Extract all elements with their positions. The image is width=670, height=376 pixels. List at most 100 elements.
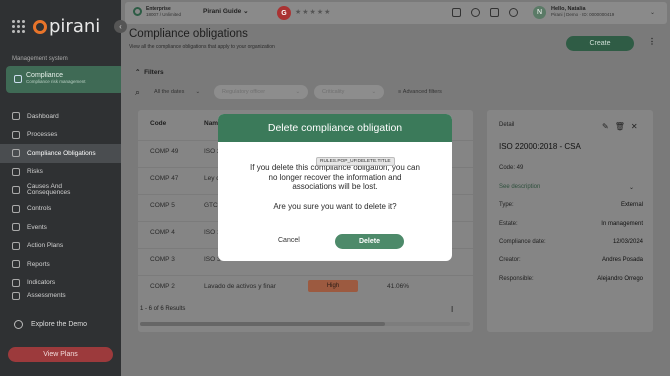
filters-label: Filters <box>144 69 164 76</box>
module-selector[interactable]: Compliance Compliance risk management <box>6 66 124 93</box>
dialog-confirm-text: Are you sure you want to delete it? <box>273 202 397 211</box>
date-filter[interactable]: All the dates ⌄ <box>146 85 208 99</box>
scrollbar-thumb[interactable] <box>140 322 385 326</box>
more-options-icon[interactable]: ⋮ <box>648 37 656 46</box>
rating-stars[interactable]: ★★★★★ <box>295 8 331 16</box>
detail-field-type: Type: External <box>499 202 643 208</box>
section-label: Management system <box>12 56 68 62</box>
detail-field-compliance-date: Compliance date: 12/03/2024 <box>499 239 643 245</box>
apps-grid-icon[interactable] <box>12 20 25 33</box>
filters-toggle[interactable]: ⌃ Filters <box>135 68 164 76</box>
plan-icon <box>133 7 142 16</box>
compliance-icon <box>14 75 22 83</box>
sidebar-item-label: Events <box>27 223 47 231</box>
module-subtitle: Compliance risk management <box>26 79 86 84</box>
cancel-button[interactable]: Cancel <box>278 237 300 244</box>
advanced-filters-button[interactable]: ≡ Advanced filters <box>398 89 442 95</box>
sidebar-item-label: Dashboard <box>27 112 59 120</box>
sidebar-item-reports[interactable]: Reports <box>0 255 121 274</box>
field-value: Alejandro Orrego <box>597 276 643 282</box>
gear-icon[interactable] <box>509 8 518 17</box>
building-icon[interactable] <box>452 8 461 17</box>
create-button[interactable]: Create <box>566 36 634 51</box>
sidebar-item-controls[interactable]: Controls <box>0 200 121 219</box>
user-org: Pirani | Demo · ID: 0000000419 <box>551 12 615 17</box>
detail-field-creator: Creator: Andres Posada <box>499 257 643 263</box>
trash-icon[interactable]: 🗑 <box>615 122 625 131</box>
obligations-icon <box>12 149 20 158</box>
detail-field-estate: Estate: In management <box>499 221 643 227</box>
chevron-down-icon[interactable]: ⌄ <box>650 9 655 16</box>
page-title: Compliance obligations <box>129 28 248 40</box>
row-name: Lavado de activos y finar <box>204 283 276 290</box>
sidebar-item-events[interactable]: Events <box>0 218 121 237</box>
field-key: Responsible: <box>499 276 534 282</box>
dialog-message: If you delete this compliance obligation… <box>250 163 420 191</box>
search-icon[interactable]: ⌕ <box>135 87 140 98</box>
sidebar-item-assessments[interactable]: Assessments <box>0 292 121 301</box>
sidebar-item-label: Indicators <box>27 279 56 287</box>
row-code: COMP 5 <box>150 202 175 209</box>
chevron-down-icon[interactable]: ⌄ <box>629 184 634 191</box>
title-tooltip: RULES.POP_UP.DELETE.TITLE <box>316 157 395 166</box>
bell-icon[interactable] <box>490 8 499 17</box>
horizontal-scrollbar[interactable] <box>140 322 470 326</box>
chevron-down-icon: ⌄ <box>295 89 301 95</box>
logo-circle-icon <box>33 19 47 34</box>
close-icon[interactable]: ✕ <box>631 122 638 131</box>
sidebar-item-risks[interactable]: Risks <box>0 163 121 182</box>
row-code: COMP 4 <box>150 229 175 236</box>
table-row[interactable]: COMP 2 Lavado de activos y finar High 41… <box>138 275 473 296</box>
field-value: In management <box>601 221 643 227</box>
criticality-badge: High <box>308 280 358 292</box>
detail-label: Detail <box>499 122 515 128</box>
row-code: COMP 47 <box>150 175 179 182</box>
sidebar-item-label: Reports <box>27 260 50 268</box>
delete-button[interactable]: Delete <box>335 234 404 249</box>
filter-row: ⌕ All the dates ⌄ Regulatory officer ⌄ Cri… <box>135 85 442 99</box>
header-name[interactable]: Nam <box>204 120 218 127</box>
plan-detail: 18007 / Unlimited <box>146 12 182 17</box>
collapse-sidebar-icon[interactable]: ‹ <box>114 20 127 33</box>
module-title: Compliance <box>26 72 63 79</box>
edit-icon[interactable]: ✎ <box>602 122 609 131</box>
assessments-icon <box>12 292 20 300</box>
field-value: Andres Posada <box>601 257 643 263</box>
text-cursor-icon: I <box>451 305 454 314</box>
sidebar-item-action-plans[interactable]: Action Plans <box>0 237 121 256</box>
sidebar-item-dashboard[interactable]: Dashboard <box>0 107 121 126</box>
sidebar-item-indicators[interactable]: Indicators <box>0 274 121 293</box>
causes-icon <box>12 186 20 195</box>
regulatory-officer-filter[interactable]: Regulatory officer ⌄ <box>214 85 309 99</box>
field-value: External <box>620 202 643 208</box>
sidebar-item-label: Controls <box>27 205 52 213</box>
indicators-icon <box>12 278 20 287</box>
chevron-down-icon: ⌄ <box>195 89 201 95</box>
page-subtitle: View all the compliance obligations that… <box>129 44 275 50</box>
detail-title: ISO 22000:2018 - CSA <box>499 142 581 151</box>
chevron-down-icon: ⌄ <box>371 89 377 95</box>
row-percent: 41.06% <box>387 283 410 290</box>
row-code: COMP 3 <box>150 256 175 263</box>
pirani-guide-dropdown[interactable]: Pirani Guide ⌄ <box>203 7 249 15</box>
user-info[interactable]: Hello, Natalia Pirani | Demo · ID: 00000… <box>551 6 614 17</box>
risks-icon <box>12 167 20 176</box>
action-plans-icon <box>12 241 20 250</box>
explore-icon <box>14 320 23 329</box>
sidebar-item-causes[interactable]: Causes And Consequences <box>0 181 121 200</box>
g-logo-icon[interactable]: G <box>277 6 291 20</box>
plan-info: Enterprise 18007 / Unlimited <box>133 6 181 17</box>
logo-row: pirani <box>12 16 100 37</box>
detail-panel: Detail ✎ 🗑 ✕ ISO 22000:2018 - CSA Code: … <box>487 110 653 332</box>
sidebar-item-compliance-obligations[interactable]: Compliance Obligations <box>0 144 121 163</box>
row-code: COMP 2 <box>150 283 175 290</box>
explore-demo-link[interactable]: Explore the Demo <box>14 320 87 329</box>
criticality-filter[interactable]: Criticality ⌄ <box>314 85 385 99</box>
sidebar-item-processes[interactable]: Processes <box>0 126 121 145</box>
top-bar: Enterprise 18007 / Unlimited Pirani Guid… <box>125 2 667 24</box>
avatar[interactable]: N <box>533 6 546 19</box>
view-plans-button[interactable]: View Plans <box>8 347 113 362</box>
see-description-link[interactable]: See description <box>499 184 540 190</box>
help-icon[interactable] <box>471 8 480 17</box>
header-code[interactable]: Code <box>150 120 166 127</box>
